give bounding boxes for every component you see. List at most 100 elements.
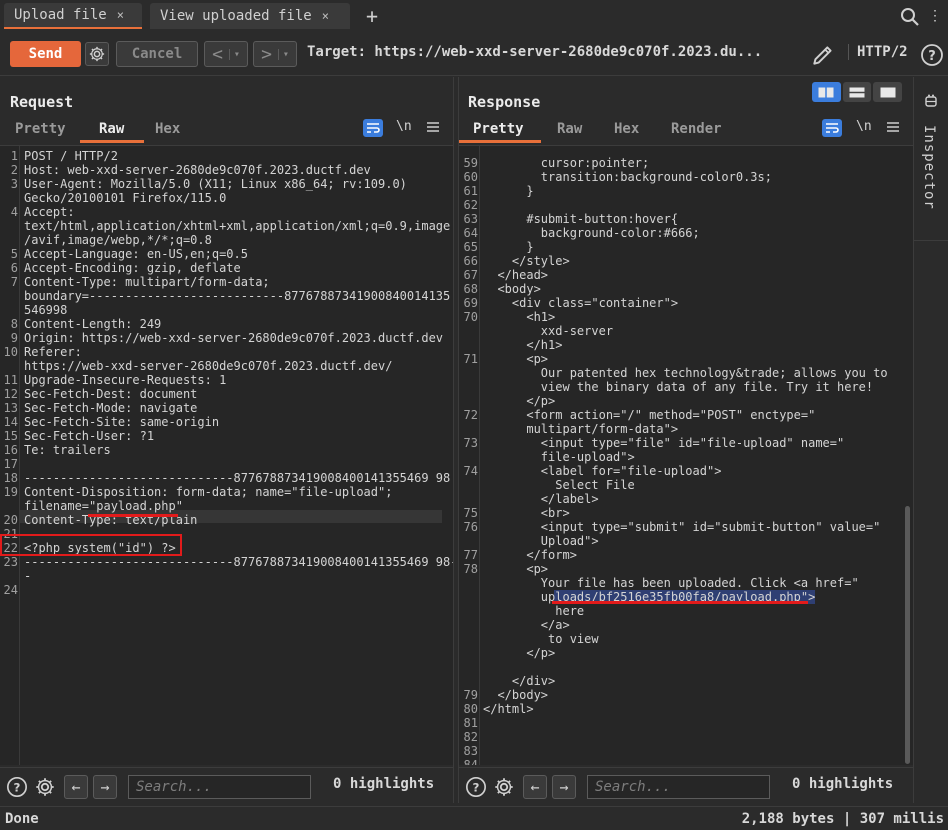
search-input[interactable]: Search... <box>128 775 311 799</box>
code-line: </body> <box>483 688 549 702</box>
wrap-lines-icon[interactable] <box>822 119 842 137</box>
tab-raw[interactable]: Raw <box>557 121 582 137</box>
tab-raw[interactable]: Raw <box>99 121 124 137</box>
line-number: 59 <box>463 156 478 170</box>
arrow-right-icon[interactable]: → <box>93 775 117 799</box>
newline-toggle[interactable]: \n <box>396 119 416 137</box>
target-url: Target: https://web-xxd-server-2680de9c0… <box>307 44 763 60</box>
menu-icon[interactable] <box>426 119 446 137</box>
line-number: 63 <box>463 212 478 226</box>
arrow-left-icon[interactable]: ← <box>523 775 547 799</box>
code-line: https://web-xxd-server-2680de9c070f.2023… <box>24 359 393 373</box>
tab-hex[interactable]: Hex <box>614 121 639 137</box>
response-stats: 2,188 bytes | 307 millis <box>741 811 944 827</box>
scrollbar[interactable] <box>905 506 910 764</box>
inspector-sidebar[interactable]: Inspector <box>913 77 948 803</box>
menu-icon[interactable] <box>886 119 906 137</box>
line-number: 83 <box>463 744 478 758</box>
help-icon[interactable]: ? <box>920 43 944 67</box>
tab-pretty[interactable]: Pretty <box>473 121 524 137</box>
request-editor[interactable]: 1 POST / HTTP/2 2 Host: web-xxd-server-2680… <box>0 145 453 765</box>
line-number: 77 <box>463 548 478 562</box>
line-number: 60 <box>463 170 478 184</box>
search-input[interactable]: Search... <box>587 775 770 799</box>
line-number: 73 <box>463 436 478 450</box>
settings-gear-icon[interactable] <box>34 776 56 798</box>
back-button[interactable]: < ▾ <box>204 41 248 67</box>
code-line: </div> <box>483 674 556 688</box>
send-button[interactable]: Send <box>10 41 81 67</box>
line-number: 72 <box>463 408 478 422</box>
chevron-right-icon: > <box>261 43 272 65</box>
line-number: 80 <box>463 702 478 716</box>
active-tab-indicator <box>80 140 144 143</box>
code-line: </head> <box>483 268 549 282</box>
highlights-count: 0 highlights <box>792 776 894 792</box>
code-line: Select File <box>483 478 635 492</box>
code-line: Te: trailers <box>24 443 111 457</box>
code-line: Origin: https://web-xxd-server-2680de9c0… <box>24 331 444 345</box>
tab-pretty[interactable]: Pretty <box>15 121 66 137</box>
highlights-count: 0 highlights <box>333 776 435 792</box>
code-line: <h1> <box>483 310 556 324</box>
line-number: 2 <box>10 163 18 177</box>
line-number: 84 <box>463 758 478 765</box>
code-line: </p> <box>483 394 556 408</box>
settings-gear-icon[interactable] <box>493 776 515 798</box>
line-number: 61 <box>463 184 478 198</box>
add-tab-icon[interactable]: + <box>360 3 384 29</box>
chevron-left-icon: < <box>212 43 223 65</box>
settings-gear-icon[interactable] <box>85 42 109 66</box>
line-number: 70 <box>463 310 478 324</box>
line-number: 10 <box>3 345 18 359</box>
line-number: 12 <box>3 387 18 401</box>
close-icon[interactable]: × <box>322 9 329 23</box>
code-line: filename="payload.php" <box>24 499 183 513</box>
tab-render[interactable]: Render <box>671 121 722 137</box>
code-line: view the binary data of any file. Try it… <box>483 380 874 394</box>
close-icon[interactable]: × <box>117 8 124 22</box>
arrow-right-icon[interactable]: → <box>552 775 576 799</box>
wrap-lines-icon[interactable] <box>363 119 383 137</box>
more-icon[interactable]: ⋮ <box>928 4 944 28</box>
help-icon[interactable]: ? <box>465 776 487 798</box>
line-number: 75 <box>463 506 478 520</box>
code-line: cursor:pointer; <box>483 156 650 170</box>
inspector-icon[interactable] <box>923 93 939 113</box>
search-icon[interactable] <box>898 5 922 29</box>
tab-upload-file[interactable]: Upload file × <box>4 3 142 29</box>
line-number: 65 <box>463 240 478 254</box>
code-line: Sec-Fetch-Dest: document <box>24 387 198 401</box>
toolbar: Send Cancel < ▾ > ▾ Target: https://web-… <box>0 32 948 76</box>
tab-view-uploaded-file[interactable]: View uploaded file × <box>150 3 350 29</box>
line-number: 1 <box>10 149 18 163</box>
line-number: 13 <box>3 401 18 415</box>
code-line: </form> <box>483 548 577 562</box>
chevron-down-icon[interactable]: ▾ <box>277 48 289 60</box>
code-line: <div class="container"> <box>483 296 679 310</box>
newline-toggle[interactable]: \n <box>856 119 876 137</box>
line-number: 3 <box>10 177 18 191</box>
pencil-icon[interactable] <box>810 42 836 68</box>
cancel-button[interactable]: Cancel <box>116 41 198 67</box>
http-version[interactable]: HTTP/2 <box>848 44 908 60</box>
forward-button[interactable]: > ▾ <box>253 41 297 67</box>
svg-text:?: ? <box>14 781 21 795</box>
chevron-down-icon[interactable]: ▾ <box>228 48 240 60</box>
code-line: Sec-Fetch-Mode: navigate <box>24 401 198 415</box>
help-icon[interactable]: ? <box>6 776 28 798</box>
tab-hex[interactable]: Hex <box>155 121 180 137</box>
line-number: 6 <box>10 261 18 275</box>
inspector-label[interactable]: Inspector <box>921 125 937 210</box>
line-number: 20 <box>3 513 18 527</box>
line-number: 16 <box>3 443 18 457</box>
code-line: xxd-server <box>483 324 614 338</box>
line-number: 79 <box>463 688 478 702</box>
arrow-left-icon[interactable]: ← <box>64 775 88 799</box>
code-line: </p> <box>483 646 556 660</box>
code-line: </label> <box>483 492 599 506</box>
response-editor[interactable]: 59 cursor:pointer; 60 transition:backgrou… <box>459 145 913 765</box>
code-line: multipart/form-data"> <box>483 422 679 436</box>
code-line: </a> <box>483 618 570 632</box>
line-number: 7 <box>10 275 18 289</box>
